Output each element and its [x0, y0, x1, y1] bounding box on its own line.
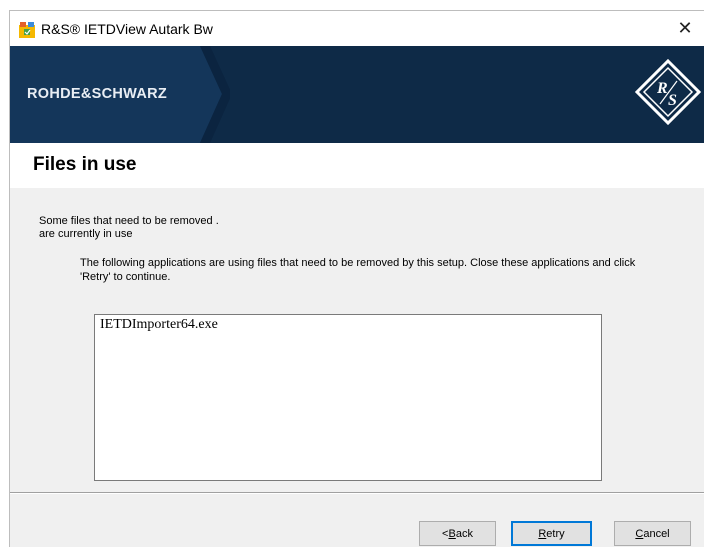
applications-listbox[interactable]: IETDImporter64.exe — [94, 314, 602, 481]
message-line-1: Some files that need to be removed . — [39, 215, 219, 227]
list-item[interactable]: IETDImporter64.exe — [100, 317, 218, 333]
rs-logo-icon: R S — [635, 59, 701, 125]
message-line-2: are currently in use — [39, 228, 133, 240]
installer-app-icon — [19, 22, 35, 38]
retry-button-mnemonic: R — [538, 527, 547, 540]
retry-button-label: etry — [546, 527, 565, 540]
back-button-mnemonic: B — [448, 527, 456, 540]
page-title: Files in use — [33, 154, 137, 175]
instructions-text: The following applications are using fil… — [80, 257, 636, 283]
close-icon: ✕ — [677, 18, 693, 38]
retry-button[interactable]: Retry — [511, 521, 592, 546]
close-button[interactable]: ✕ — [665, 11, 704, 46]
setup-window: R&S® IETDView Autark Bw ✕ ROHDE&SCHWARZ … — [9, 10, 704, 547]
brand-banner: ROHDE&SCHWARZ R S — [10, 46, 704, 143]
back-button-label: ack — [455, 527, 473, 540]
page-header: Files in use — [10, 143, 704, 188]
cancel-button-mnemonic: C — [635, 527, 644, 540]
footer-divider-highlight — [10, 493, 704, 494]
window-title: R&S® IETDView Autark Bw — [41, 21, 213, 37]
cancel-button[interactable]: Cancel — [614, 521, 691, 546]
brand-wordmark: ROHDE&SCHWARZ — [27, 86, 168, 102]
back-button[interactable]: < Back — [419, 521, 496, 546]
title-bar[interactable]: R&S® IETDView Autark Bw ✕ — [10, 11, 704, 46]
cancel-button-label: ancel — [643, 527, 670, 540]
svg-text:R: R — [656, 80, 668, 97]
svg-text:S: S — [668, 92, 677, 109]
